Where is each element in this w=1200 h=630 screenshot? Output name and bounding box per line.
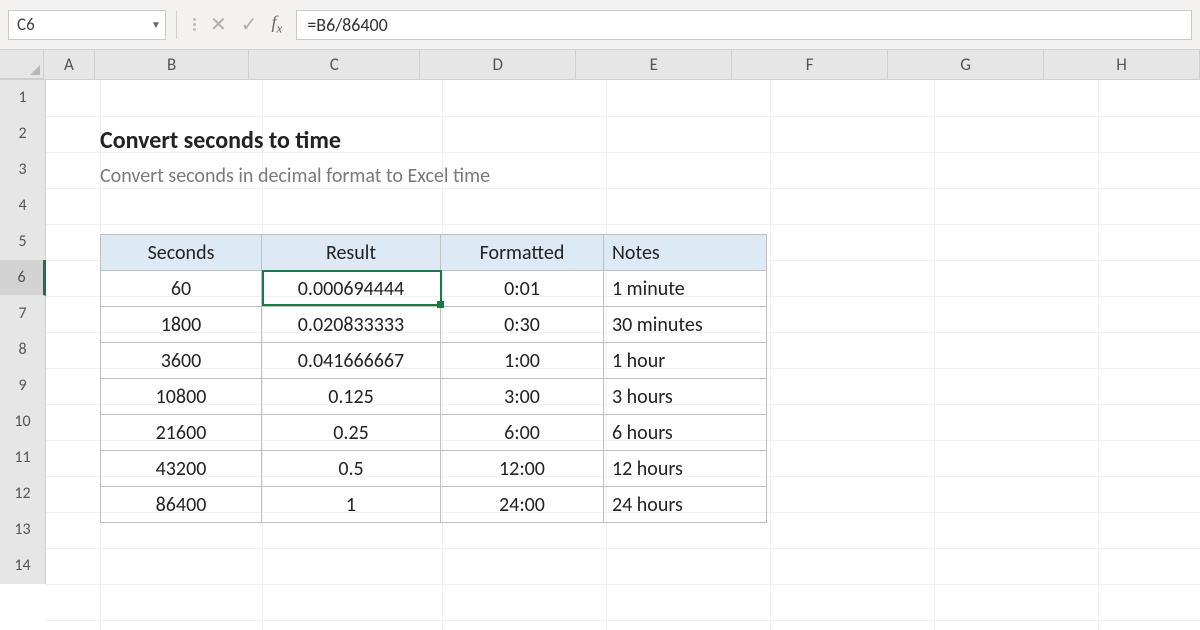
col-header-E[interactable]: E (576, 50, 732, 79)
row-header-13[interactable]: 13 (0, 512, 46, 548)
table-row: 216000.256:006 hours (101, 415, 767, 451)
page-subtitle: Convert seconds in decimal format to Exc… (100, 164, 490, 188)
table-row: 86400124:0024 hours (101, 487, 767, 523)
page-title: Convert seconds to time (100, 126, 341, 155)
data-table: Seconds Result Formatted Notes 600.00069… (100, 234, 767, 523)
cell-seconds[interactable]: 21600 (101, 415, 262, 451)
name-box-dropdown-icon[interactable]: ▼ (147, 11, 165, 39)
col-header-G[interactable]: G (888, 50, 1044, 79)
row-header-12[interactable]: 12 (0, 476, 46, 512)
cell-result[interactable]: 1 (262, 487, 441, 523)
row-header-7[interactable]: 7 (0, 296, 46, 332)
row-header-4[interactable]: 4 (0, 188, 46, 224)
formula-input[interactable]: =B6/86400 (296, 10, 1192, 40)
cell-notes[interactable]: 12 hours (604, 451, 767, 487)
column-header-row: A B C D E F G H (0, 50, 1200, 80)
name-box[interactable]: C6 ▼ (8, 10, 166, 40)
table-header-row: Seconds Result Formatted Notes (101, 235, 767, 271)
table-row: 18000.0208333330:3030 minutes (101, 307, 767, 343)
cell-formatted[interactable]: 0:01 (441, 271, 604, 307)
table-row: 108000.1253:003 hours (101, 379, 767, 415)
cell-formatted[interactable]: 1:00 (441, 343, 604, 379)
cell-seconds[interactable]: 60 (101, 271, 262, 307)
cell-notes[interactable]: 24 hours (604, 487, 767, 523)
cell-formatted[interactable]: 3:00 (441, 379, 604, 415)
spreadsheet: A B C D E F G H 1234567891011121314 Conv… (0, 50, 1200, 630)
drag-handle-icon[interactable] (193, 18, 196, 31)
cell-formatted[interactable]: 6:00 (441, 415, 604, 451)
col-header-D[interactable]: D (420, 50, 576, 79)
row-header-6[interactable]: 6 (0, 260, 46, 296)
cell-notes[interactable]: 6 hours (604, 415, 767, 451)
cell-formatted[interactable]: 12:00 (441, 451, 604, 487)
cell-notes[interactable]: 1 hour (604, 343, 767, 379)
formula-controls: ✕ ✓ fx (187, 11, 288, 39)
cell-seconds[interactable]: 1800 (101, 307, 262, 343)
formula-bar: C6 ▼ ✕ ✓ fx =B6/86400 (0, 0, 1200, 50)
cells-area[interactable]: Convert seconds to time Convert seconds … (46, 80, 1200, 630)
table-row: 600.0006944440:011 minute (101, 271, 767, 307)
cell-result[interactable]: 0.041666667 (262, 343, 441, 379)
row-header-11[interactable]: 11 (0, 440, 46, 476)
row-header-3[interactable]: 3 (0, 152, 46, 188)
formula-text: =B6/86400 (307, 14, 387, 36)
th-seconds[interactable]: Seconds (101, 235, 262, 271)
cell-result[interactable]: 0.5 (262, 451, 441, 487)
th-notes[interactable]: Notes (604, 235, 767, 271)
cell-seconds[interactable]: 3600 (101, 343, 262, 379)
row-header-2[interactable]: 2 (0, 116, 46, 152)
th-formatted[interactable]: Formatted (441, 235, 604, 271)
cell-result[interactable]: 0.25 (262, 415, 441, 451)
row-header-14[interactable]: 14 (0, 548, 46, 584)
col-header-C[interactable]: C (249, 50, 420, 79)
row-header-col: 1234567891011121314 (0, 80, 46, 630)
divider (176, 11, 177, 39)
table-row: 36000.0416666671:001 hour (101, 343, 767, 379)
cell-notes[interactable]: 3 hours (604, 379, 767, 415)
th-result[interactable]: Result (262, 235, 441, 271)
cancel-icon[interactable]: ✕ (210, 11, 227, 39)
cell-seconds[interactable]: 43200 (101, 451, 262, 487)
name-box-value: C6 (9, 14, 147, 35)
cell-notes[interactable]: 30 minutes (604, 307, 767, 343)
enter-icon[interactable]: ✓ (241, 11, 258, 39)
col-header-A[interactable]: A (44, 50, 95, 79)
col-header-H[interactable]: H (1044, 50, 1200, 79)
cell-result[interactable]: 0.000694444 (262, 271, 441, 307)
cell-result[interactable]: 0.020833333 (262, 307, 441, 343)
col-header-B[interactable]: B (95, 50, 249, 79)
cell-seconds[interactable]: 86400 (101, 487, 262, 523)
row-header-8[interactable]: 8 (0, 332, 46, 368)
row-header-5[interactable]: 5 (0, 224, 46, 260)
col-header-F[interactable]: F (732, 50, 888, 79)
cell-notes[interactable]: 1 minute (604, 271, 767, 307)
row-header-9[interactable]: 9 (0, 368, 46, 404)
cell-formatted[interactable]: 24:00 (441, 487, 604, 523)
cell-formatted[interactable]: 0:30 (441, 307, 604, 343)
table-row: 432000.512:0012 hours (101, 451, 767, 487)
row-header-10[interactable]: 10 (0, 404, 46, 440)
select-all-corner[interactable] (0, 50, 44, 79)
fx-icon[interactable]: fx (272, 12, 283, 37)
cell-seconds[interactable]: 10800 (101, 379, 262, 415)
row-header-1[interactable]: 1 (0, 80, 46, 116)
cell-result[interactable]: 0.125 (262, 379, 441, 415)
